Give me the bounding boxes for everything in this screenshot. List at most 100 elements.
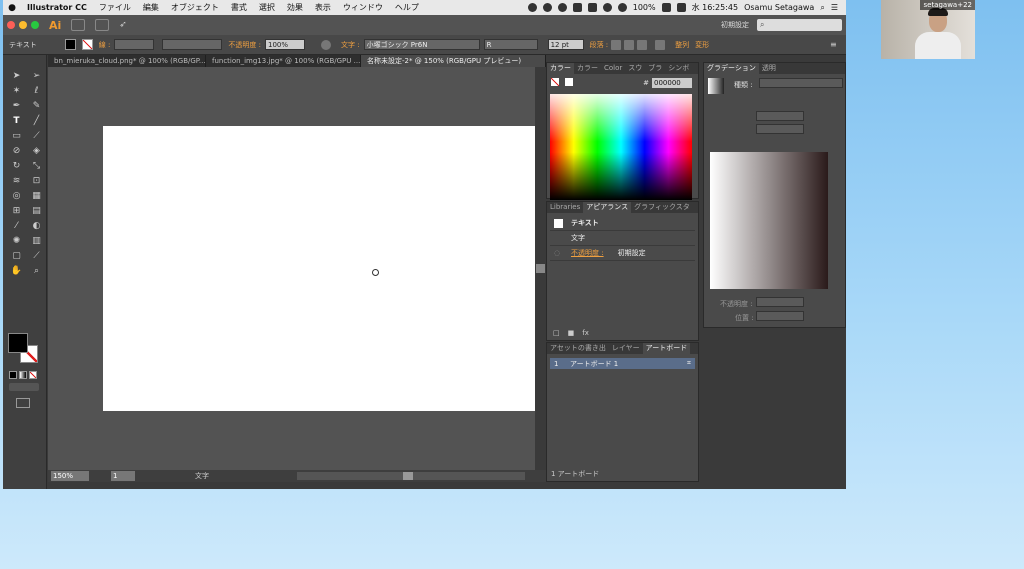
shape-builder-tool-icon[interactable]: ◎ [10,190,23,202]
font-size-field[interactable]: 12 pt [547,39,584,50]
align-right-icon[interactable] [637,39,648,50]
tab-document-1[interactable]: bn_mieruka_cloud.png* @ 100% (RGB/GP... [48,55,206,67]
stroke-swatch[interactable] [81,39,93,50]
opacity-field[interactable]: 100% [264,39,305,50]
perspective-grid-tool-icon[interactable]: ▦ [30,190,43,202]
selection-tool-icon[interactable]: ➤ [10,70,23,82]
blend-tool-icon[interactable]: ◐ [30,220,43,232]
gradient-mode-icon[interactable] [19,371,27,379]
artboard[interactable] [103,126,536,411]
char-style-icon[interactable] [655,39,666,50]
input-source-icon[interactable] [676,3,686,12]
gradient-type-field[interactable] [759,78,843,88]
tab-symbols[interactable]: シンボ [665,63,692,74]
stroke-label[interactable]: 線 : [99,40,111,50]
tab-graphic-styles[interactable]: グラフィックスタ [631,202,693,213]
zoom-tool-icon[interactable]: ⌕ [30,265,43,277]
appearance-character-row[interactable]: 文字 [550,231,695,246]
tab-document-2[interactable]: function_img13.jpg* @ 100% (RGB/GPU ... [206,55,361,67]
line-tool-icon[interactable]: ╱ [30,115,43,127]
artboard-list-row[interactable]: 1 アートボード 1 ⌗ [550,358,695,369]
artboard-number-field[interactable]: 1 [111,471,135,481]
menu-edit[interactable]: 編集 [137,2,165,13]
column-graph-tool-icon[interactable]: ▥ [30,235,43,247]
tab-color-3[interactable]: Color [601,63,625,74]
minimize-window-button[interactable] [19,21,27,29]
font-label[interactable]: 文字 : [341,40,360,50]
white-swatch-icon[interactable] [565,78,573,86]
gradient-opacity-field[interactable] [756,297,804,307]
battery-icon[interactable] [661,3,671,12]
menu-view[interactable]: 表示 [309,2,337,13]
direct-selection-tool-icon[interactable]: ➢ [30,70,43,82]
eraser-tool-icon[interactable]: ◈ [30,145,43,157]
tab-swatches[interactable]: スウ [625,63,645,74]
canvas-area[interactable] [48,67,536,470]
artboard-name[interactable]: アートボード 1 [570,359,618,369]
menubar-user[interactable]: Osamu Setagawa [744,3,814,12]
hand-tool-icon[interactable]: ✋ [10,265,23,277]
menu-help[interactable]: ヘルプ [389,2,425,13]
add-fill-icon[interactable]: ■ [568,329,575,337]
menu-type[interactable]: 書式 [225,2,253,13]
align-left-icon[interactable] [611,39,622,50]
status-icon-2[interactable] [542,3,552,12]
tab-appearance[interactable]: アピアランス [583,202,632,213]
fill-swatch[interactable] [64,39,76,50]
gradient-position-field[interactable] [756,311,804,321]
fx-icon[interactable]: fx [582,329,589,337]
wifi-icon[interactable] [617,3,627,12]
appearance-opacity-label[interactable]: 不透明度 : [571,248,604,258]
paragraph-label[interactable]: 段落 : [590,40,609,50]
tab-brushes[interactable]: ブラ [645,63,665,74]
arrange-documents-button[interactable] [95,19,110,31]
menu-app-name[interactable]: Illustrator CC [21,3,93,12]
color-mode-icon[interactable] [9,371,17,379]
stock-search-input[interactable]: ⌕ [757,19,842,31]
bluetooth-icon[interactable] [602,3,612,12]
rectangle-tool-icon[interactable]: ▭ [10,130,23,142]
draw-mode-icon[interactable] [9,383,39,391]
lasso-tool-icon[interactable]: ℓ [30,85,43,97]
status-icon-4[interactable] [572,3,582,12]
menu-effect[interactable]: 効果 [281,2,309,13]
width-tool-icon[interactable]: ≋ [10,175,23,187]
tab-asset-export[interactable]: アセットの書き出 [547,343,609,354]
vertical-scroll-thumb[interactable] [536,264,545,273]
fill-color-box[interactable] [8,333,28,353]
stroke-weight-field[interactable] [114,39,155,50]
opacity-label[interactable]: 不透明度 : [228,40,261,50]
close-window-button[interactable] [7,21,15,29]
color-spectrum[interactable] [550,94,692,200]
type-tool-icon[interactable]: T [10,115,23,127]
gradient-angle-field[interactable] [756,111,804,121]
artboard-options-icon[interactable]: ⌗ [687,359,691,368]
recolor-icon[interactable] [320,39,331,50]
gradient-thumbnail[interactable] [708,78,724,94]
appearance-title-row[interactable]: テキスト [550,216,695,231]
hex-input[interactable]: 000000 [652,78,692,88]
scale-tool-icon[interactable]: ⤡ [30,160,43,172]
align-label[interactable]: 整列 [675,40,689,50]
pen-tool-icon[interactable]: ✒ [10,100,23,112]
horizontal-scrollbar[interactable] [297,472,525,480]
menu-object[interactable]: オブジェクト [165,2,225,13]
eyedropper-tool-icon[interactable]: ⁄ [10,220,23,232]
gradient-tool-icon[interactable]: ▤ [30,205,43,217]
status-mode-text[interactable]: 文字 [195,471,209,481]
gradient-preview[interactable] [710,152,828,289]
spotlight-icon[interactable]: ⌕ [820,3,824,13]
vertical-scrollbar[interactable] [535,67,546,470]
tab-color-1[interactable]: カラー [547,63,574,74]
menu-file[interactable]: ファイル [93,2,137,13]
tab-libraries[interactable]: Libraries [547,202,583,213]
visibility-eye-icon[interactable]: ◌ [550,249,571,257]
artboard-tool-icon[interactable]: ▢ [10,250,23,262]
mesh-tool-icon[interactable]: ⊞ [10,205,23,217]
gpu-icon[interactable]: ➶ [119,20,127,30]
tab-artboards[interactable]: アートボード [642,343,691,354]
magic-wand-tool-icon[interactable]: ✶ [10,85,23,97]
screen-mode-icon[interactable] [16,398,30,408]
symbol-sprayer-tool-icon[interactable]: ✺ [10,235,23,247]
zoom-level-field[interactable]: 150% [51,471,89,481]
